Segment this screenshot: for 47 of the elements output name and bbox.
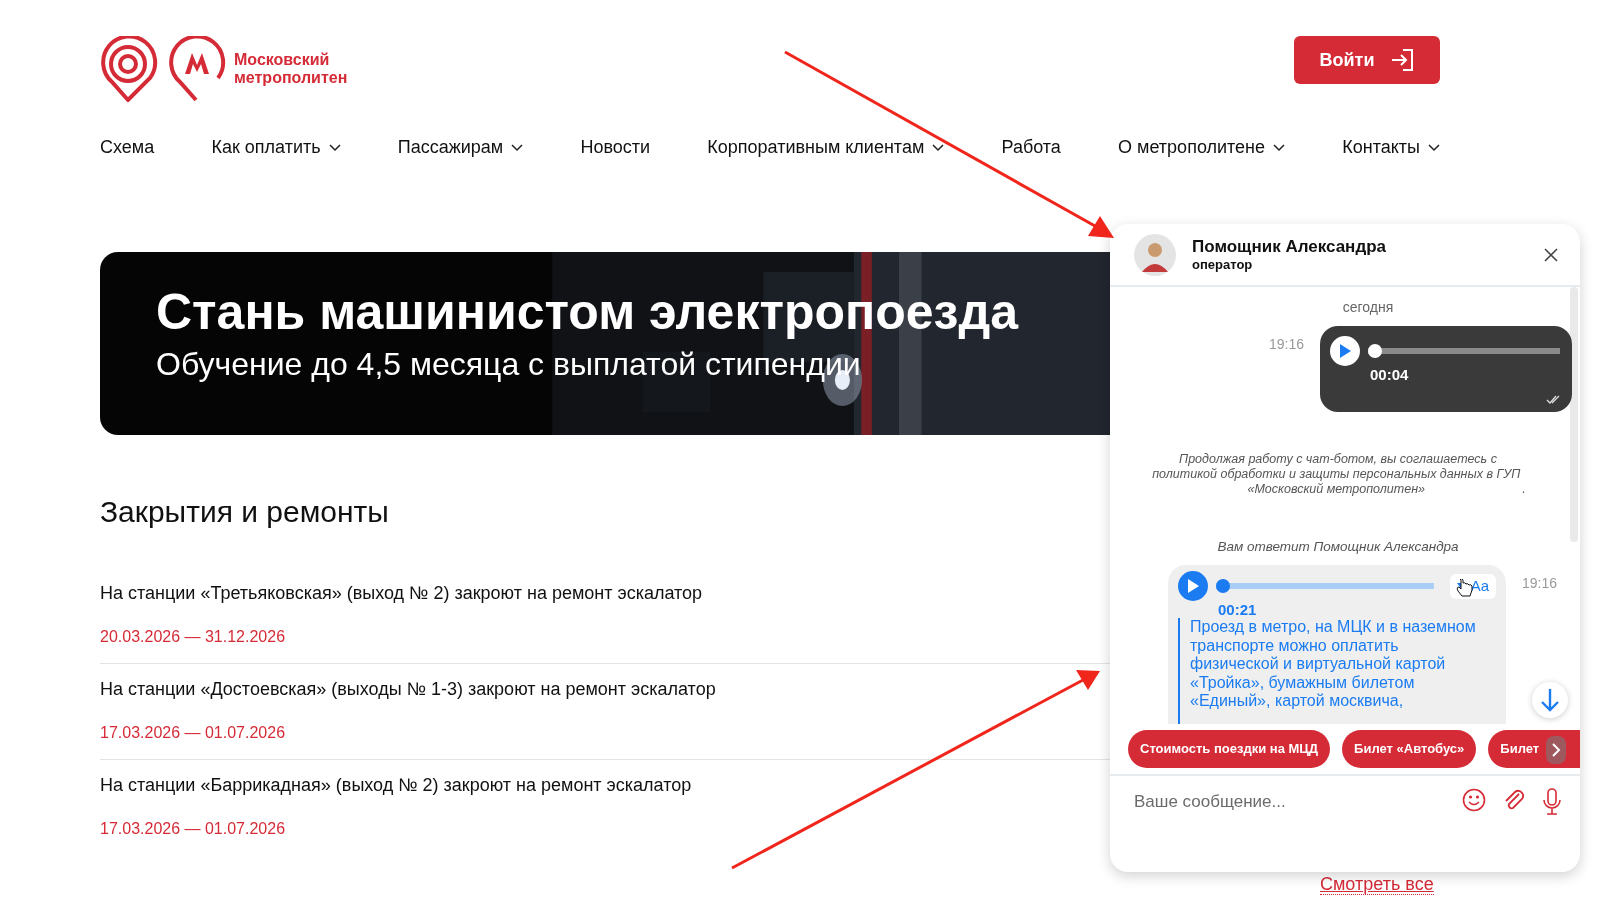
closure-dates: 17.03.2026 — 01.07.2026 — [100, 723, 287, 743]
microphone-icon[interactable] — [1542, 788, 1562, 816]
play-button[interactable] — [1330, 336, 1360, 366]
quick-reply-chip[interactable]: Билет «Автобус» — [1342, 730, 1477, 768]
audio-duration: 00:21 — [1218, 601, 1258, 619]
logo-text: Московский метрополитен — [234, 51, 348, 87]
nav-link[interactable]: Новости — [580, 134, 651, 161]
operator-role: оператор — [1192, 256, 1254, 273]
audio-duration: 00:04 — [1370, 366, 1410, 383]
closure-dates: 17.03.2026 — 01.07.2026 — [100, 819, 287, 839]
closure-title[interactable]: На станции «Достоевская» (выходы № 1-3) закроют на ремонт эскалатор — [100, 676, 1110, 703]
avatar — [1134, 233, 1176, 276]
login-button[interactable]: Войти — [1294, 36, 1440, 84]
consent-text: Продолжая работу с чат-ботом, вы соглашаетесь с политикой обработки и защиты персональных данных в ГУП «Московский метрополитен» . — [1150, 452, 1526, 497]
nav-link[interactable]: Работа — [1001, 134, 1061, 161]
banner-subtitle: Обучение до 4,5 месяца с выплатой стипендии — [156, 345, 861, 384]
banner-title: Стань машинистом электропоезда — [156, 283, 1018, 342]
logo-icon — [100, 36, 226, 102]
promo-banner[interactable]: Стань машинистом электропоезда Обучение до 4,5 месяца с выплатой стипендии — [100, 252, 1110, 435]
close-icon[interactable] — [1544, 247, 1558, 262]
closure-dates: 20.03.2026 — 31.12.2026 — [100, 627, 287, 647]
scrollbar[interactable] — [1570, 287, 1578, 542]
quick-reply-chip[interactable]: Билет — [1488, 730, 1580, 768]
operator-notice: Вам ответит Помощник Александра — [1216, 538, 1460, 556]
quick-reply-chip[interactable]: Стоимость поездки на МЦД — [1128, 730, 1331, 768]
message-time: 19:16 — [1522, 574, 1558, 594]
nav-link[interactable]: Схема — [100, 134, 155, 161]
nav-link[interactable]: О метрополитене — [1118, 134, 1286, 161]
chevron-right-icon — [1551, 742, 1561, 758]
message-time: 19:16 — [1268, 335, 1304, 354]
emoji-icon[interactable] — [1462, 788, 1486, 812]
play-icon — [1338, 343, 1352, 359]
nav-link[interactable]: Корпоративным клиентам — [707, 134, 945, 161]
see-all-link[interactable]: Смотреть все — [1320, 874, 1434, 895]
section-heading: Закрытия и ремонты — [100, 494, 389, 530]
date-label: сегодня — [1341, 298, 1395, 317]
nav-link[interactable]: Пассажирам — [397, 134, 524, 161]
login-icon — [1390, 48, 1415, 72]
scroll-down-button[interactable] — [1532, 682, 1568, 718]
nav-link[interactable]: Контакты — [1342, 134, 1440, 161]
closure-title[interactable]: На станции «Баррикадная» (выход № 2) закроют на ремонт эскалатор — [100, 772, 1110, 799]
next-button[interactable] — [1546, 736, 1566, 764]
arrow-down-icon — [1540, 688, 1560, 712]
nav-link[interactable]: Как оплатить — [211, 134, 341, 161]
play-icon — [1186, 578, 1200, 595]
closure-title[interactable]: На станции «Третьяковская» (выход № 2) закроют на ремонт эскалатор — [100, 580, 1110, 607]
operator-name: Помощник Александра — [1192, 236, 1387, 257]
